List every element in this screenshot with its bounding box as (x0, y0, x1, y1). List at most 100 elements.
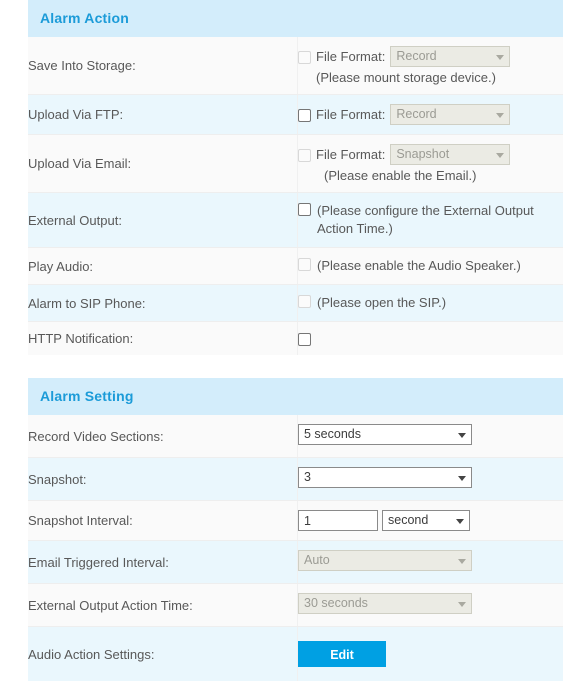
row-controls-upload-via-ftp: File Format: Record (298, 95, 564, 135)
label-text: Audio Action Settings: (28, 631, 297, 678)
note-upload-via-email: (Please enable the Email.) (298, 168, 563, 183)
row-label-record-video-sections: Record Video Sections: (28, 415, 298, 458)
checkbox-external-output[interactable] (298, 203, 311, 216)
row-controls-external-output: (Please configure the External Output Ac… (298, 193, 564, 248)
chevron-down-icon (458, 602, 466, 607)
chevron-down-icon (456, 519, 464, 524)
table-row: Snapshot Interval: second (28, 501, 563, 541)
row-controls-audio-action-settings: Edit (298, 627, 564, 681)
select-record-video-sections[interactable]: 5 seconds (298, 424, 472, 445)
checkbox-upload-via-ftp[interactable] (298, 109, 311, 122)
select-value: second (388, 513, 428, 527)
chevron-down-icon (458, 476, 466, 481)
chevron-down-icon (496, 113, 504, 118)
table-row: Snapshot: 3 (28, 458, 563, 501)
label-text: Email Triggered Interval: (28, 546, 297, 579)
chevron-down-icon (458, 559, 466, 564)
file-format-label: File Format: (316, 49, 385, 64)
row-controls-http-notification (298, 322, 564, 356)
row-label-audio-action-settings: Audio Action Settings: (28, 627, 298, 681)
alarm-action-table: Save Into Storage: File Format: Record (28, 37, 563, 355)
file-format-label: File Format: (316, 147, 385, 162)
label-text: HTTP Notification: (28, 322, 297, 355)
row-label-email-triggered-interval: Email Triggered Interval: (28, 541, 298, 584)
label-text: External Output Action Time: (28, 589, 297, 622)
settings-page: Alarm Action Save Into Storage: File For… (0, 0, 575, 632)
select-value: Record (396, 107, 436, 121)
checkbox-alarm-to-sip-phone[interactable] (298, 295, 311, 308)
label-text: Record Video Sections: (28, 420, 297, 453)
row-controls-save-into-storage: File Format: Record (Please mount storag… (298, 37, 564, 95)
select-upload-via-ftp-format[interactable]: Record (390, 104, 510, 125)
label-text: Snapshot Interval: (28, 504, 297, 537)
checkbox-save-into-storage[interactable] (298, 51, 311, 64)
file-format-label: File Format: (316, 107, 385, 122)
label-text: Snapshot: (28, 463, 297, 496)
row-label-save-into-storage: Save Into Storage: (28, 37, 298, 95)
table-row: Upload Via Email: File Format: Snapshot (28, 135, 563, 193)
chevron-down-icon (458, 433, 466, 438)
row-controls-upload-via-email: File Format: Snapshot (Please enable the… (298, 135, 564, 193)
row-controls-snapshot: 3 (298, 458, 564, 501)
label-text: Upload Via FTP: (28, 98, 297, 131)
select-value: Record (396, 49, 436, 63)
row-label-play-audio: Play Audio: (28, 248, 298, 285)
row-label-snapshot: Snapshot: (28, 458, 298, 501)
row-label-external-output-action-time: External Output Action Time: (28, 584, 298, 627)
row-label-alarm-to-sip-phone: Alarm to SIP Phone: (28, 285, 298, 322)
table-row: HTTP Notification: (28, 322, 563, 356)
row-controls-record-video-sections: 5 seconds (298, 415, 564, 458)
select-save-into-storage-format[interactable]: Record (390, 46, 510, 67)
label-text: Upload Via Email: (28, 147, 297, 180)
snapshot-interval-input[interactable] (298, 510, 378, 531)
row-controls-snapshot-interval: second (298, 501, 564, 541)
table-row: Record Video Sections: 5 seconds (28, 415, 563, 458)
row-label-upload-via-email: Upload Via Email: (28, 135, 298, 193)
table-row: Email Triggered Interval: Auto (28, 541, 563, 584)
alarm-action-panel: Alarm Action Save Into Storage: File For… (28, 0, 563, 355)
alarm-setting-section-title: Alarm Setting (28, 378, 563, 415)
table-row: External Output Action Time: 30 seconds (28, 584, 563, 627)
table-row: Save Into Storage: File Format: Record (28, 37, 563, 95)
row-label-http-notification: HTTP Notification: (28, 322, 298, 356)
hint-play-audio: (Please enable the Audio Speaker.) (317, 257, 521, 275)
hint-external-output: (Please configure the External Output Ac… (317, 202, 563, 238)
row-controls-email-triggered-interval: Auto (298, 541, 564, 584)
checkbox-play-audio[interactable] (298, 258, 311, 271)
label-text: Save Into Storage: (28, 49, 297, 82)
alarm-setting-panel: Alarm Setting Record Video Sections: 5 s… (28, 378, 563, 681)
label-text: Alarm to SIP Phone: (28, 287, 297, 320)
label-text: External Output: (28, 204, 297, 237)
row-controls-external-output-action-time: 30 seconds (298, 584, 564, 627)
row-controls-alarm-to-sip-phone: (Please open the SIP.) (298, 285, 564, 322)
row-label-upload-via-ftp: Upload Via FTP: (28, 95, 298, 135)
note-save-into-storage: (Please mount storage device.) (298, 70, 563, 85)
table-row: Play Audio: (Please enable the Audio Spe… (28, 248, 563, 285)
select-value: Auto (304, 553, 330, 567)
checkbox-http-notification[interactable] (298, 333, 311, 346)
select-value: 5 seconds (304, 427, 361, 441)
section-spacer (0, 355, 575, 378)
select-snapshot-count[interactable]: 3 (298, 467, 472, 488)
table-row: Upload Via FTP: File Format: Record (28, 95, 563, 135)
select-value: 3 (304, 470, 311, 484)
chevron-down-icon (496, 153, 504, 158)
row-controls-play-audio: (Please enable the Audio Speaker.) (298, 248, 564, 285)
table-row: Alarm to SIP Phone: (Please open the SIP… (28, 285, 563, 322)
edit-audio-action-button[interactable]: Edit (298, 641, 386, 667)
checkbox-upload-via-email[interactable] (298, 149, 311, 162)
label-text: Play Audio: (28, 250, 297, 283)
select-value: 30 seconds (304, 596, 368, 610)
row-label-external-output: External Output: (28, 193, 298, 248)
select-external-output-action-time[interactable]: 30 seconds (298, 593, 472, 614)
alarm-setting-table: Record Video Sections: 5 seconds (28, 415, 563, 681)
select-snapshot-interval-unit[interactable]: second (382, 510, 470, 531)
select-value: Snapshot (396, 147, 449, 161)
table-row: External Output: (Please configure the E… (28, 193, 563, 248)
table-row: Audio Action Settings: Edit (28, 627, 563, 681)
alarm-action-section-title: Alarm Action (28, 0, 563, 37)
select-email-triggered-interval[interactable]: Auto (298, 550, 472, 571)
row-label-snapshot-interval: Snapshot Interval: (28, 501, 298, 541)
hint-alarm-to-sip-phone: (Please open the SIP.) (317, 294, 446, 312)
select-upload-via-email-format[interactable]: Snapshot (390, 144, 510, 165)
